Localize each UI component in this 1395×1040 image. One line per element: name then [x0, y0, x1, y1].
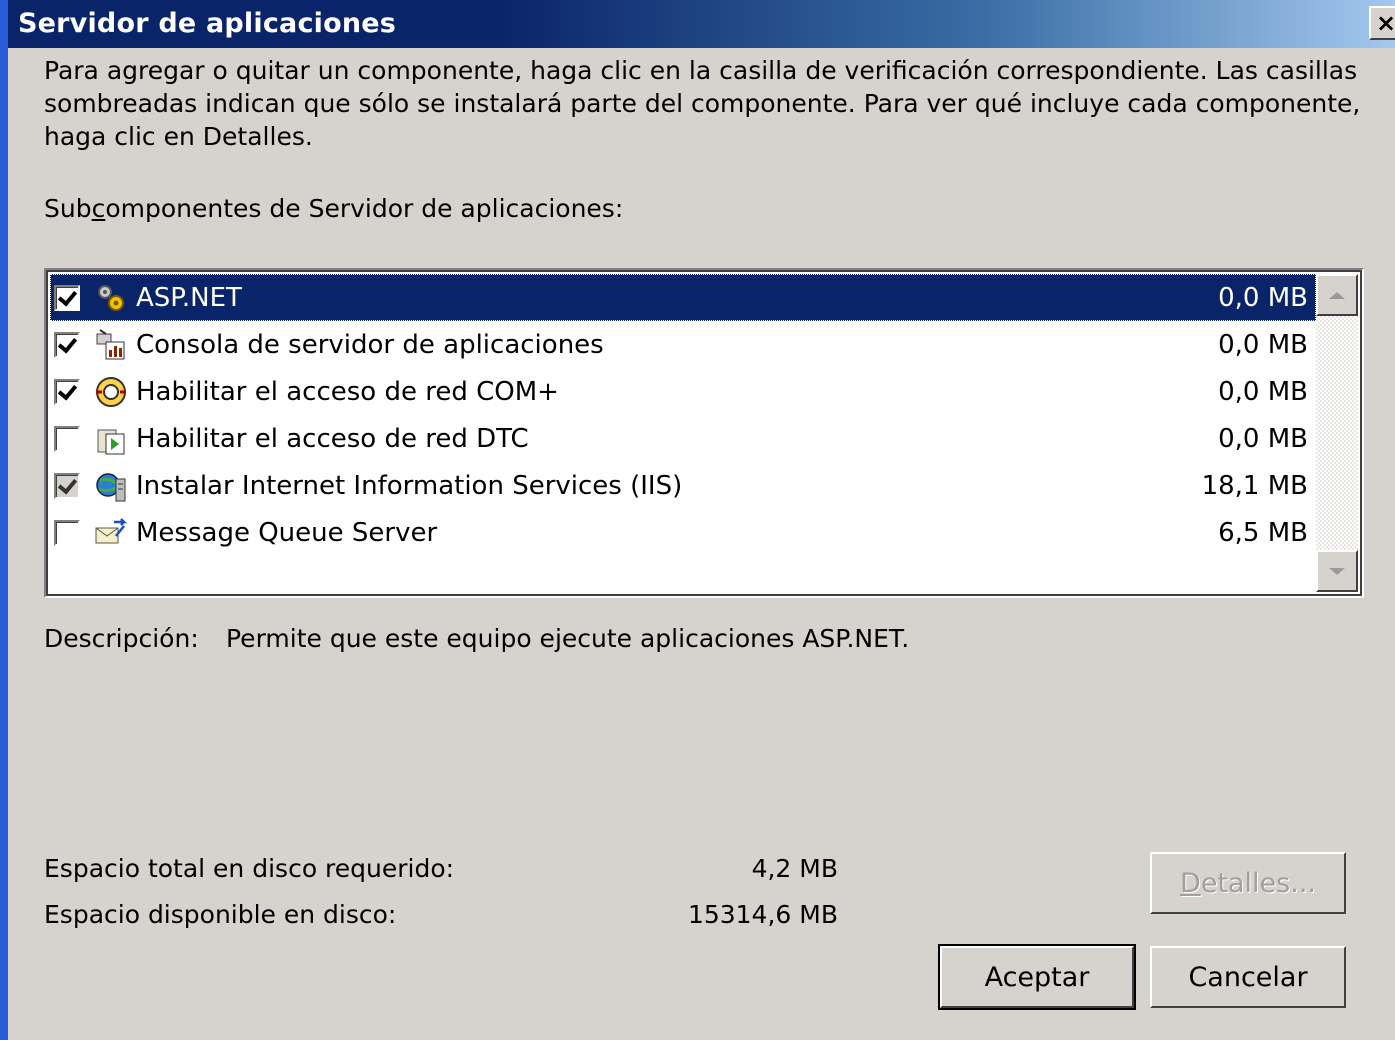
component-name: Consola de servidor de aplicaciones — [136, 329, 604, 360]
details-button[interactable]: Detalles... — [1150, 852, 1346, 914]
disk-required-value: 4,2 MB — [751, 854, 838, 883]
component-checkbox[interactable] — [54, 472, 80, 499]
component-size: 6,5 MB — [1218, 517, 1308, 548]
subcomponents-label-part: omponentes de Servidor de aplicaciones: — [105, 194, 624, 223]
console-icon — [94, 328, 128, 362]
component-row[interactable]: ASP.NET 0,0 MB — [50, 274, 1316, 321]
component-checkbox[interactable] — [54, 284, 80, 311]
component-row[interactable]: Habilitar el acceso de red DTC 0,0 MB — [50, 415, 1316, 462]
dialog-window: Servidor de aplicaciones × Para agregar … — [0, 0, 1395, 1040]
component-row[interactable]: Consola de servidor de aplicaciones 0,0 M… — [50, 321, 1316, 368]
component-size: 18,1 MB — [1201, 470, 1308, 501]
description-label: Descripción: — [44, 624, 199, 653]
component-checkbox[interactable] — [54, 425, 80, 452]
accept-button[interactable]: Aceptar — [938, 944, 1136, 1010]
component-size: 0,0 MB — [1218, 423, 1308, 454]
message-queue-icon — [94, 516, 128, 550]
component-name: Instalar Internet Information Services (… — [136, 470, 683, 501]
scroll-down-button[interactable] — [1316, 550, 1358, 592]
details-button-label: etalles... — [1200, 867, 1316, 899]
component-size: 0,0 MB — [1218, 282, 1308, 313]
arrow-down-icon — [1329, 567, 1345, 575]
vertical-scrollbar[interactable] — [1316, 274, 1358, 592]
component-name: Message Queue Server — [136, 517, 438, 548]
scroll-up-button[interactable] — [1316, 274, 1358, 316]
component-name: Habilitar el acceso de red DTC — [136, 423, 529, 454]
title-bar[interactable]: Servidor de aplicaciones × — [8, 0, 1395, 48]
dtc-icon — [94, 422, 128, 456]
window-title: Servidor de aplicaciones — [18, 8, 397, 39]
component-name: Habilitar el acceso de red COM+ — [136, 376, 559, 407]
disk-required-label: Espacio total en disco requerido: — [44, 854, 455, 883]
component-size: 0,0 MB — [1218, 329, 1308, 360]
arrow-up-icon — [1329, 291, 1345, 299]
components-listbox[interactable]: ASP.NET 0,0 MB Consola de servidor de apli… — [44, 268, 1364, 598]
subcomponents-label-part: Sub — [44, 194, 92, 223]
gears-icon — [94, 281, 128, 315]
component-name: ASP.NET — [136, 282, 242, 313]
subcomponents-label-accel: c — [91, 194, 106, 223]
component-row[interactable]: Instalar Internet Information Services (… — [50, 462, 1316, 509]
component-checkbox[interactable] — [54, 378, 80, 405]
intro-text: Para agregar o quitar un componente, hag… — [44, 56, 1361, 151]
disk-available-value: 15314,6 MB — [687, 900, 838, 929]
component-checkbox[interactable] — [54, 331, 80, 358]
cancel-button[interactable]: Cancelar — [1150, 946, 1346, 1008]
close-icon: × — [1375, 9, 1395, 37]
iis-icon — [94, 469, 128, 503]
component-checkbox[interactable] — [54, 519, 80, 546]
component-size: 0,0 MB — [1218, 376, 1308, 407]
close-button[interactable]: × — [1369, 6, 1395, 40]
description-text: Permite que este equipo ejecute aplicaci… — [226, 624, 910, 653]
components-list: ASP.NET 0,0 MB Consola de servidor de apli… — [50, 274, 1316, 556]
subcomponents-label: Subcomponentes de Servidor de aplicacion… — [44, 194, 623, 223]
details-button-accel: D — [1180, 867, 1201, 899]
component-row[interactable]: Message Queue Server 6,5 MB — [50, 509, 1316, 556]
com-network-icon — [94, 375, 128, 409]
disk-available-label: Espacio disponible en disco: — [44, 900, 397, 929]
component-row[interactable]: Habilitar el acceso de red COM+ 0,0 MB — [50, 368, 1316, 415]
